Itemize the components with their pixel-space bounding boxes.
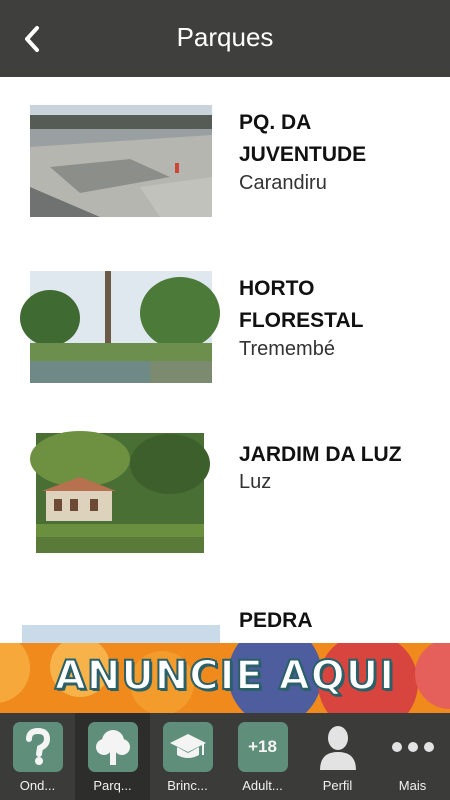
page-title: Parques (176, 22, 274, 52)
park-location: Carandiru (239, 172, 327, 194)
tab-label: Brinc... (167, 778, 208, 793)
tree-icon (87, 722, 138, 772)
park-name: PEDRA (239, 609, 313, 632)
ad-banner[interactable]: ANUNCIE AQUI (0, 643, 450, 713)
park-name: PQ. DA JUVENTUDE (239, 111, 367, 166)
tab-adultos[interactable]: +18 Adult... (225, 713, 300, 800)
tab-label: Mais (398, 778, 427, 793)
park-photo (20, 429, 220, 557)
park-list[interactable]: PQ. DA JUVENTUDE Carandiru HORTO FLOREST… (0, 77, 450, 643)
question-icon (12, 722, 63, 772)
park-photo (20, 263, 220, 391)
park-name: HORTO FLORESTAL (239, 277, 364, 332)
tab-parques[interactable]: Parq... (75, 713, 150, 800)
person-icon (313, 722, 363, 772)
graduation-cap-icon (162, 722, 213, 772)
tab-label: Parq... (93, 778, 132, 793)
bottom-tab-bar: Ond... Parq... Brinc... +18 Adult... Per… (0, 713, 450, 800)
plus-18-icon-text: +18 (248, 737, 277, 756)
tab-label: Ond... (19, 778, 56, 793)
park-list-item[interactable]: PEDRA (0, 575, 450, 643)
tab-onde[interactable]: Ond... (0, 713, 75, 800)
top-bar: Parques (0, 0, 450, 77)
park-location: Tremembé (239, 338, 335, 360)
park-list-item[interactable]: HORTO FLORESTAL Tremembé (0, 243, 450, 410)
park-location: Luz (239, 471, 272, 493)
more-dots-icon (388, 722, 438, 772)
tab-brincadeiras[interactable]: Brinc... (150, 713, 225, 800)
tab-label: Adult... (242, 778, 283, 793)
park-photo (20, 595, 220, 643)
park-photo (20, 97, 220, 225)
tab-label: Perfil (322, 778, 353, 793)
park-list-item[interactable]: JARDIM DA LUZ Luz (0, 409, 450, 576)
banner-text: ANUNCIE AQUI (54, 652, 396, 700)
plus-18-icon: +18 (237, 722, 288, 772)
park-name: JARDIM DA LUZ (239, 443, 402, 466)
tab-mais[interactable]: Mais (375, 713, 450, 800)
park-list-item[interactable]: PQ. DA JUVENTUDE Carandiru (0, 77, 450, 244)
tab-perfil[interactable]: Perfil (300, 713, 375, 800)
